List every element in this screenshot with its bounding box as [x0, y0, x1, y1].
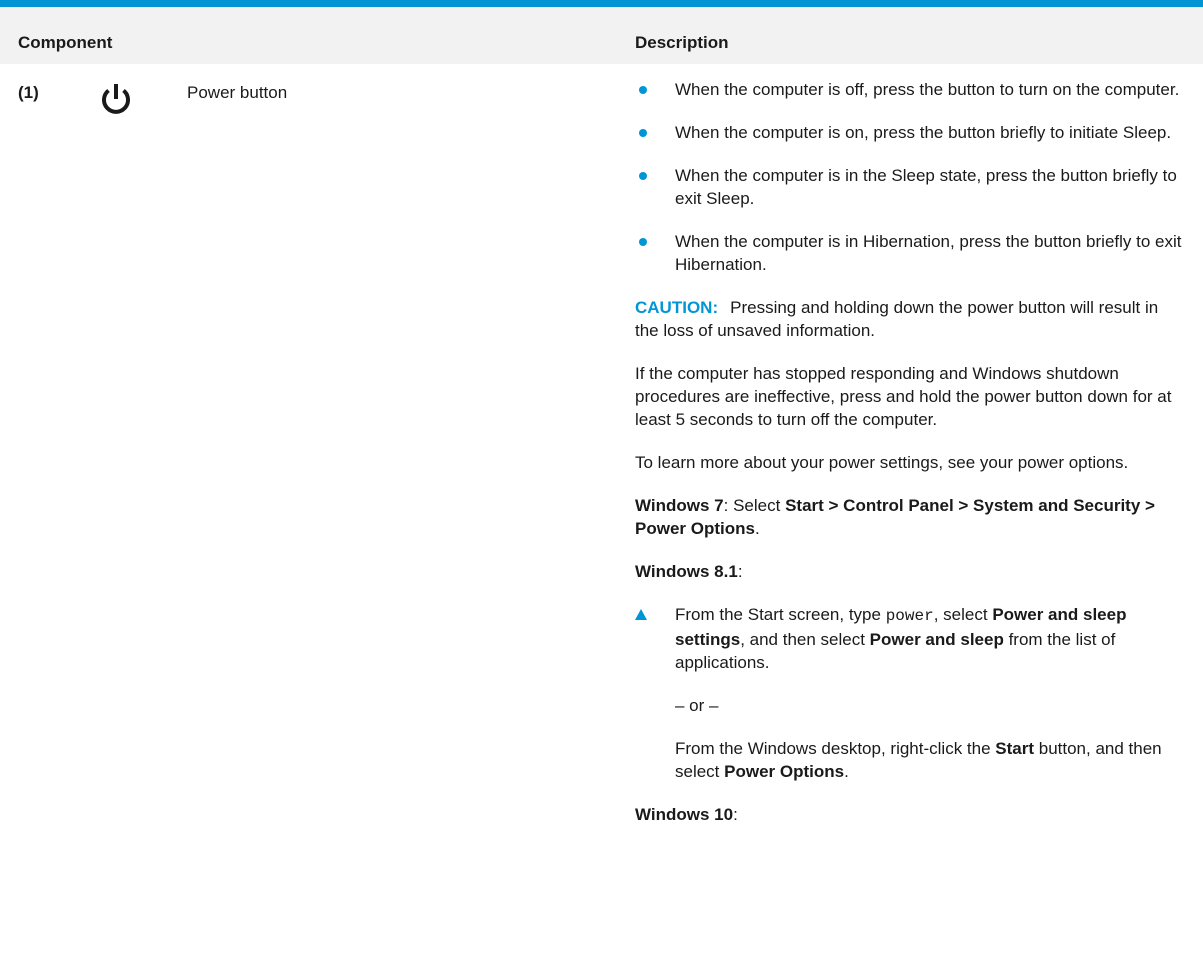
- component-name: Power button: [187, 83, 288, 102]
- power-icon: [102, 84, 130, 114]
- row-number: (1): [18, 83, 39, 102]
- list-item: When the computer is in the Sleep state,…: [635, 164, 1183, 210]
- step-middle-2: , and then select: [740, 630, 870, 649]
- windows-81-heading: Windows 8.1:: [635, 560, 1183, 583]
- list-item: When the computer is on, press the butto…: [635, 121, 1183, 144]
- description-cell: When the computer is off, press the butt…: [635, 78, 1183, 846]
- bullet-icon: [639, 86, 647, 94]
- windows-10-colon: :: [733, 805, 738, 824]
- top-accent-rule: [0, 0, 1203, 7]
- triangle-icon: [635, 609, 647, 620]
- step2-prefix: From the Windows desktop, right-click th…: [675, 739, 996, 758]
- step2-bold-2: Power Options: [724, 762, 845, 781]
- windows-81-colon: :: [737, 562, 743, 581]
- windows-81-step-2: From the Windows desktop, right-click th…: [635, 737, 1183, 783]
- windows-7-colon: : Select: [723, 496, 786, 515]
- bullet-icon: [639, 129, 647, 137]
- windows-7-instructions: Windows 7: Select Start > Control Panel …: [635, 494, 1183, 540]
- header-description: Description: [635, 33, 729, 52]
- step2-bold-1: Start: [995, 739, 1035, 758]
- list-item: From the Start screen, type power, selec…: [635, 603, 1183, 674]
- windows-10-label: Windows 10: [635, 805, 734, 824]
- table-header-row: Component Description: [0, 7, 1203, 64]
- windows-10-heading: Windows 10:: [635, 803, 1183, 826]
- bullet-text: When the computer is in Hibernation, pre…: [675, 232, 1182, 274]
- list-item: When the computer is in Hibernation, pre…: [635, 230, 1183, 276]
- bullet-text: When the computer is on, press the butto…: [675, 123, 1172, 142]
- learn-more-paragraph: To learn more about your power settings,…: [635, 453, 1129, 472]
- step2-suffix: .: [844, 762, 849, 781]
- list-item: When the computer is off, press the butt…: [635, 78, 1183, 101]
- bullet-text: When the computer is in the Sleep state,…: [675, 166, 1177, 208]
- step-middle-1: , select: [933, 605, 993, 624]
- step-bold-2: Power and sleep: [869, 630, 1004, 649]
- caution-label: CAUTION:: [635, 298, 719, 317]
- typed-command: power: [885, 607, 934, 625]
- bullet-text: When the computer is off, press the butt…: [675, 80, 1180, 99]
- step-prefix: From the Start screen, type: [675, 605, 886, 624]
- header-component: Component: [18, 33, 113, 52]
- windows-81-label: Windows 8.1: [635, 562, 738, 581]
- bullet-icon: [639, 172, 647, 180]
- bullet-icon: [639, 238, 647, 246]
- caution-note: CAUTION: Pressing and holding down the po…: [635, 296, 1183, 342]
- unresponsive-paragraph: If the computer has stopped responding a…: [635, 364, 1172, 429]
- windows-7-end: .: [754, 519, 760, 538]
- windows-7-label: Windows 7: [635, 496, 724, 515]
- or-separator: – or –: [675, 696, 719, 715]
